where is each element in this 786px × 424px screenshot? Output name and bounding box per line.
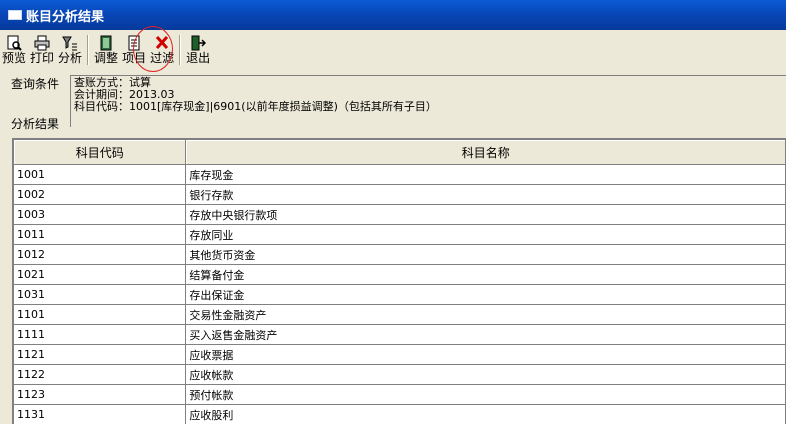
toolbar-separator — [87, 35, 90, 65]
condition-box: 查账方式：试算 会计期间：2013.03 科目代码：1001[库存现金]|690… — [70, 75, 786, 127]
name-cell: 应收股利 — [185, 404, 786, 424]
name-cell: 买入返售金融资产 — [185, 324, 786, 345]
code-cell: 1123 — [14, 384, 187, 405]
code-cell: 1031 — [14, 284, 187, 305]
code-cell: 1003 — [14, 204, 187, 225]
analyze-icon — [61, 35, 79, 51]
table-row[interactable]: 1111 买入返售金融资产 — [14, 324, 786, 345]
code-cell: 1002 — [14, 184, 187, 205]
result-label: 分析结果 — [11, 117, 60, 131]
name-cell: 存放中央银行款项 — [185, 204, 786, 225]
condition-label: 查询条件 — [11, 77, 60, 91]
table-row[interactable]: 1002 银行存款 — [14, 184, 786, 205]
name-cell: 预付帐款 — [185, 384, 786, 405]
table-row[interactable]: 1123 预付帐款 — [14, 384, 786, 405]
table-row[interactable]: 1121 应收票据 — [14, 344, 786, 365]
analyze-label: 分析 — [58, 51, 83, 65]
name-cell: 其他货币资金 — [185, 244, 786, 265]
highlight-circle — [133, 26, 173, 72]
table-row[interactable]: 1011 存放同业 — [14, 224, 786, 245]
table-row[interactable]: 1012 其他货币资金 — [14, 244, 786, 265]
table-row[interactable]: 1122 应收帐款 — [14, 364, 786, 385]
preview-button[interactable]: 预览 — [0, 32, 28, 68]
window-title: 账目分析结果 — [26, 9, 105, 25]
table-row[interactable]: 1031 存出保证金 — [14, 284, 786, 305]
adjust-button[interactable]: 调整 — [92, 32, 120, 68]
table-row[interactable]: 1021 结算备付金 — [14, 264, 786, 285]
column-header-code[interactable]: 科目代码 — [14, 140, 187, 165]
toolbar: 预览 打印 分析 调整 项目 过滤 退出 — [0, 32, 786, 70]
code-cell: 1121 — [14, 344, 187, 365]
adjust-label: 调整 — [94, 51, 119, 65]
name-cell: 结算备付金 — [185, 264, 786, 285]
toolbar-separator — [179, 35, 182, 65]
header-row: 科目代码 科目名称 — [14, 140, 786, 165]
name-cell: 银行存款 — [185, 184, 786, 205]
code-cell: 1101 — [14, 304, 187, 325]
result-grid[interactable]: 科目代码 科目名称 1001 库存现金 1002 银行存款 1003 存放中央银行款项… — [12, 138, 786, 424]
window-icon — [8, 10, 22, 20]
name-cell: 交易性金融资产 — [185, 304, 786, 325]
exit-button[interactable]: 退出 — [184, 32, 212, 68]
table-row[interactable]: 1131 应收股利 — [14, 404, 786, 424]
table-row[interactable]: 1001 库存现金 — [14, 164, 786, 185]
exit-icon — [189, 35, 207, 51]
column-header-name[interactable]: 科目名称 — [185, 140, 786, 165]
code-cell: 1001 — [14, 164, 187, 185]
print-icon — [33, 35, 51, 51]
code-cell: 1111 — [14, 324, 187, 345]
name-cell: 库存现金 — [185, 164, 786, 185]
analyze-button[interactable]: 分析 — [56, 32, 84, 68]
print-label: 打印 — [30, 51, 55, 65]
name-cell: 应收帐款 — [185, 364, 786, 385]
code-cell: 1011 — [14, 224, 187, 245]
print-button[interactable]: 打印 — [28, 32, 56, 68]
name-cell: 存出保证金 — [185, 284, 786, 305]
condition-line: 科目代码：1001[库存现金]|6901(以前年度损益调整)（包括其所有子目） — [74, 100, 437, 113]
exit-label: 退出 — [186, 51, 211, 65]
condition-line: 查账方式：试算 — [74, 76, 151, 89]
name-cell: 存放同业 — [185, 224, 786, 245]
code-cell: 1021 — [14, 264, 187, 285]
code-cell: 1131 — [14, 404, 187, 424]
code-cell: 1012 — [14, 244, 187, 265]
table-row[interactable]: 1101 交易性金融资产 — [14, 304, 786, 325]
name-cell: 应收票据 — [185, 344, 786, 365]
preview-icon — [5, 35, 23, 51]
adjust-icon — [97, 35, 115, 51]
table-row[interactable]: 1003 存放中央银行款项 — [14, 204, 786, 225]
code-cell: 1122 — [14, 364, 187, 385]
title-bar: 账目分析结果 — [0, 0, 786, 30]
preview-label: 预览 — [2, 51, 27, 65]
